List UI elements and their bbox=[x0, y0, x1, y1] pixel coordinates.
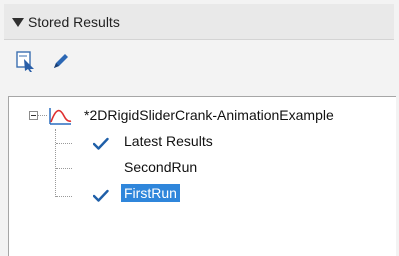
panel-title: Stored Results bbox=[28, 13, 120, 30]
stored-results-panel: Stored Results *2DRigidSliderCrank-Anima… bbox=[0, 0, 399, 256]
panel-header[interactable]: Stored Results bbox=[4, 4, 394, 40]
result-item-secondrun[interactable]: SecondRun bbox=[124, 159, 197, 175]
tree-connector bbox=[38, 115, 47, 116]
collapse-node-icon[interactable] bbox=[29, 111, 38, 120]
checkmark-icon[interactable] bbox=[92, 137, 109, 151]
tree-connector bbox=[56, 168, 72, 169]
import-results-icon[interactable] bbox=[14, 49, 38, 73]
tree-connector bbox=[55, 129, 56, 197]
tree-connector bbox=[56, 143, 72, 144]
model-plot-icon bbox=[47, 106, 75, 126]
result-item-latest[interactable]: Latest Results bbox=[124, 133, 213, 149]
tree-connector bbox=[56, 196, 72, 197]
checkmark-icon[interactable] bbox=[92, 189, 109, 203]
toolbar bbox=[4, 41, 394, 81]
model-node-label[interactable]: *2DRigidSliderCrank-AnimationExample bbox=[84, 107, 334, 123]
collapse-triangle-icon[interactable] bbox=[12, 17, 24, 27]
result-item-firstrun[interactable]: FirstRun bbox=[121, 184, 180, 202]
edit-pencil-icon[interactable] bbox=[48, 49, 72, 73]
